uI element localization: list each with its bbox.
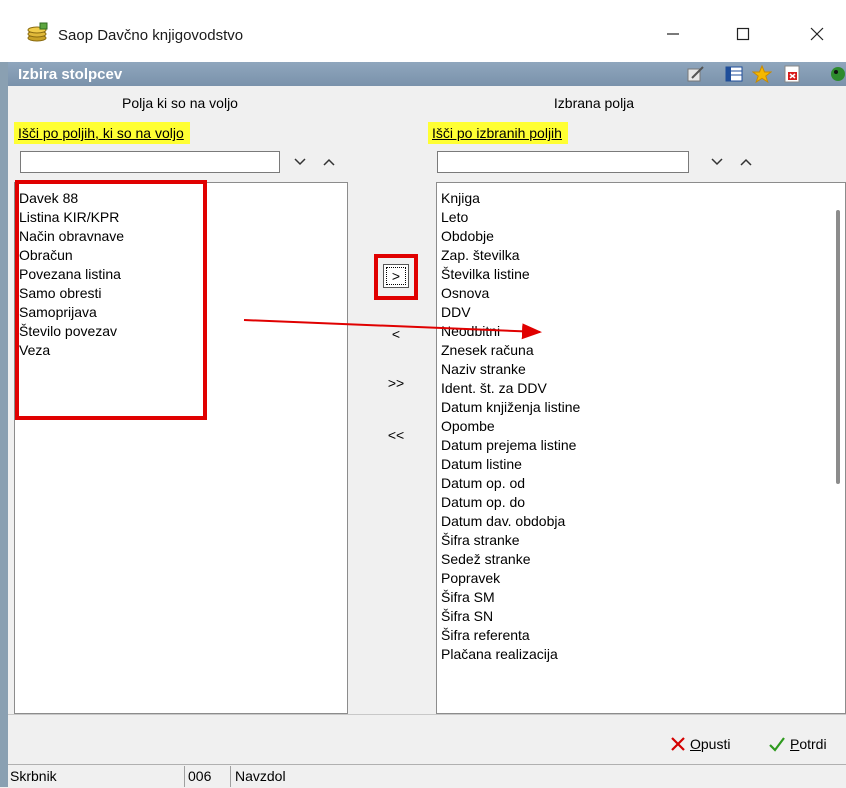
list-item-label: Zap. številka [441,247,520,263]
list-item[interactable]: Datum op. do [437,493,845,512]
selected-search-down-button[interactable] [706,151,728,173]
list-item-label: Znesek računa [441,342,534,358]
list-item-label: Datum knjiženja listine [441,399,581,415]
list-item[interactable]: Knjiga [437,189,845,208]
list-item-label: Popravek [441,570,501,586]
background-window-edge [0,0,8,787]
annotation-highlight-box [15,180,207,420]
add-selected-label: > [391,268,401,284]
list-item-label: Sedež stranke [441,551,531,567]
list-item-label: Šifra referenta [441,627,530,643]
cancel-button[interactable]: Opusti [670,736,730,752]
available-search-input[interactable] [20,151,280,173]
maximize-icon [736,27,750,41]
columns-icon[interactable] [724,65,744,83]
list-item-label: Datum op. od [441,475,526,491]
pdf-icon[interactable] [782,65,802,83]
chevron-down-icon [711,158,723,166]
list-item-label: Obdobje [441,228,494,244]
list-item[interactable]: Datum listine [437,455,845,474]
window-title: Saop Davčno knjigovodstvo [58,27,244,44]
chevron-up-icon [740,158,752,166]
annotation-arrow-icon [243,319,542,340]
dialog-title: Izbira stolpcev [18,66,123,83]
add-selected-button[interactable]: > [378,262,414,290]
confirm-button[interactable]: Potrdi [768,736,827,752]
checkmark-icon [769,737,785,752]
list-item-label: Šifra stranke [441,532,520,548]
list-item[interactable]: Šifra stranke [437,531,845,550]
add-all-button[interactable]: >> [378,369,414,397]
list-item-label: Datum dav. obdobja [441,513,566,529]
dialog-header [8,62,846,86]
available-fields-caption: Polja ki so na voljo [122,95,238,111]
list-item-label: Šifra SM [441,589,495,605]
list-item-label: Datum op. do [441,494,526,510]
exit-icon[interactable] [826,65,846,83]
selected-search-input[interactable] [437,151,689,173]
list-item[interactable]: Opombe [437,417,845,436]
available-search-label: Išči po poljih, ki so na voljo [14,122,190,144]
selected-fields-caption: Izbrana polja [553,95,635,111]
list-item[interactable]: Popravek [437,569,845,588]
status-code: 006 [188,768,212,784]
list-item[interactable]: Sedež stranke [437,550,845,569]
list-item-label: Knjiga [441,190,480,206]
list-item[interactable]: Znesek računa [437,341,845,360]
cancel-x-icon [671,737,685,751]
coins-app-icon [26,22,48,42]
list-item[interactable]: Datum op. od [437,474,845,493]
list-item-label: Osnova [441,285,490,301]
list-item[interactable]: Šifra referenta [437,626,845,645]
chevron-down-icon [294,158,306,166]
list-item-label: Ident. št. za DDV [441,380,547,396]
list-item-label: Številka listine [441,266,530,282]
edit-icon[interactable] [686,65,706,83]
list-item-label: Šifra SN [441,608,494,624]
cancel-label: Opusti [690,736,731,752]
list-item[interactable]: Datum knjiženja listine [437,398,845,417]
confirm-label: Potrdi [790,736,827,752]
list-item-label: Opombe [441,418,495,434]
list-item[interactable]: Šifra SM [437,588,845,607]
selected-search-up-button[interactable] [735,151,757,173]
status-mode: Navzdol [235,768,286,784]
list-item[interactable]: Obdobje [437,227,845,246]
minimize-icon [667,33,679,35]
close-icon [810,27,824,41]
status-separator [184,766,185,787]
list-item[interactable]: Datum dav. obdobja [437,512,845,531]
close-button[interactable] [790,16,844,52]
list-item[interactable]: Osnova [437,284,845,303]
list-item-label: Datum prejema listine [441,437,577,453]
available-search-down-button[interactable] [289,151,311,173]
list-item-label: Naziv stranke [441,361,526,377]
add-all-label: >> [387,375,405,391]
star-icon[interactable] [751,64,773,84]
minimize-button[interactable] [646,16,700,52]
list-item[interactable]: Ident. št. za DDV [437,379,845,398]
list-item[interactable]: Naziv stranke [437,360,845,379]
selected-fields-list[interactable]: Knjiga Leto Obdobje Zap. številka Številka l… [436,182,846,714]
remove-all-button[interactable]: << [378,421,414,449]
status-user: Skrbnik [10,768,57,784]
available-search-up-button[interactable] [318,151,340,173]
selected-search-label: Išči po izbranih poljih [428,122,568,144]
list-item[interactable]: Šifra SN [437,607,845,626]
selected-list-scrollbar[interactable] [836,210,840,484]
list-item[interactable]: Leto [437,208,845,227]
list-item-label: Datum listine [441,456,522,472]
list-item[interactable]: Zap. številka [437,246,845,265]
chevron-up-icon [323,158,335,166]
maximize-button[interactable] [716,16,770,52]
list-item[interactable]: Plačana realizacija [437,645,845,664]
list-item[interactable]: Datum prejema listine [437,436,845,455]
list-item[interactable]: Številka listine [437,265,845,284]
status-separator [230,766,231,787]
remove-all-label: << [387,427,405,443]
list-item-label: Leto [441,209,469,225]
list-item-label: Plačana realizacija [441,646,558,662]
